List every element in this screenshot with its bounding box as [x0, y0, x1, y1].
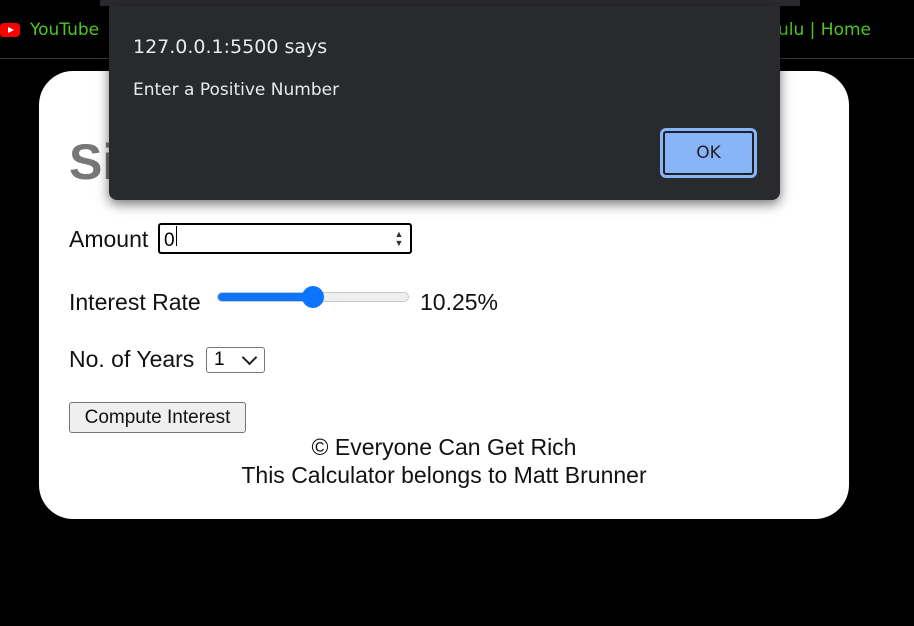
amount-input[interactable]: 0 ▲ ▼ — [158, 223, 412, 254]
footer-owner: This Calculator belongs to Matt Brunner — [241, 462, 647, 488]
dialog-title: 127.0.0.1:5500 says — [133, 36, 328, 58]
compute-interest-button[interactable]: Compute Interest — [69, 402, 246, 433]
dialog-message: Enter a Positive Number — [133, 80, 340, 100]
youtube-icon — [0, 23, 20, 37]
spinner-down-icon[interactable]: ▼ — [395, 238, 404, 248]
slider-thumb[interactable] — [302, 286, 324, 308]
slider-fill — [218, 293, 314, 301]
alert-dialog: 127.0.0.1:5500 says Enter a Positive Num… — [109, 6, 780, 200]
years-label: No. of Years — [69, 346, 195, 372]
ok-button[interactable]: OK — [660, 128, 757, 178]
footer-copyright: © Everyone Can Get Rich — [311, 434, 577, 460]
interest-rate-label: Interest Rate — [69, 289, 201, 315]
bookmark-hulu-label: ulu | Home — [778, 20, 872, 40]
text-caret — [175, 225, 177, 246]
bookmark-hulu[interactable]: ulu | Home — [778, 20, 871, 40]
years-select[interactable]: 1 — [206, 347, 265, 373]
chevron-down-icon — [241, 349, 258, 365]
amount-input-value: 0 — [164, 225, 392, 252]
years-select-value: 1 — [214, 349, 225, 370]
number-spinner[interactable]: ▲ ▼ — [392, 229, 406, 248]
bookmark-youtube[interactable]: YouTube — [0, 20, 99, 40]
amount-label: Amount — [69, 226, 149, 252]
bookmark-youtube-label: YouTube — [30, 20, 100, 40]
interest-rate-value: 10.25% — [420, 289, 499, 315]
